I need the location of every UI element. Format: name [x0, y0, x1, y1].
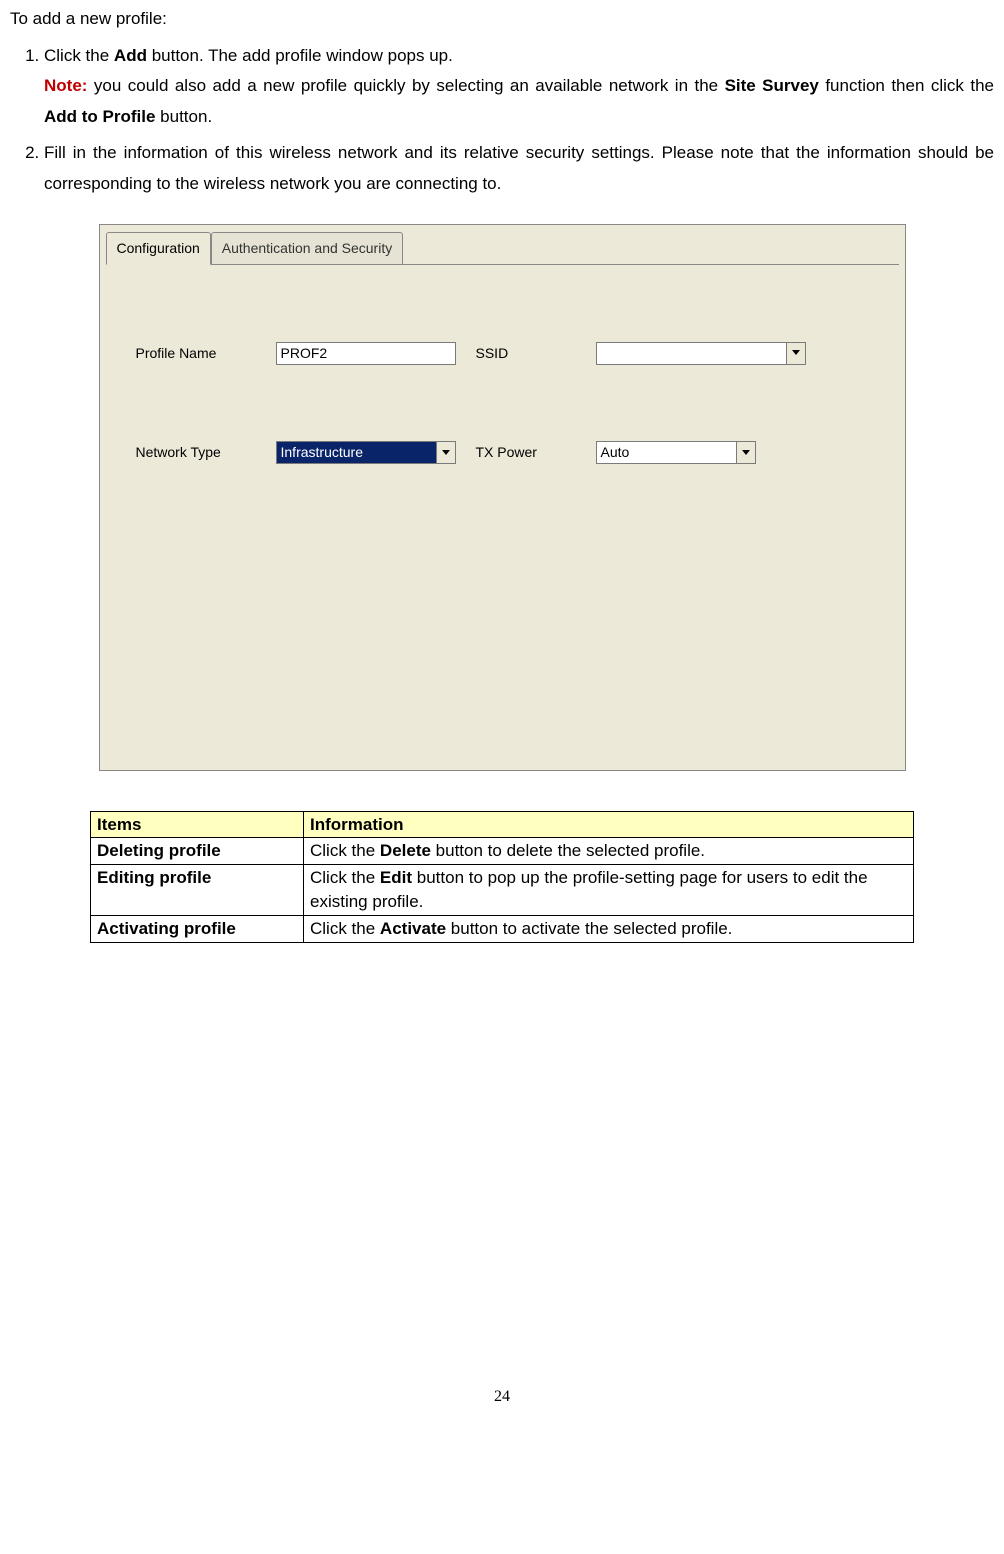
info-text: Click the [310, 841, 380, 860]
info-text: Click the [310, 919, 380, 938]
chevron-down-icon [792, 350, 800, 356]
chevron-down-icon [742, 450, 750, 456]
ssid-dropdown-button[interactable] [786, 343, 805, 364]
label-tx-power: TX Power [456, 440, 596, 465]
info-text: button to delete the selected profile. [431, 841, 705, 860]
add-to-profile-ref: Add to Profile [44, 107, 155, 126]
header-items: Items [91, 811, 304, 838]
page-number: 24 [10, 1383, 994, 1412]
chevron-down-icon [442, 450, 450, 456]
ssid-value [597, 343, 786, 364]
note-block: Note: you could also add a new profile q… [44, 71, 994, 132]
tx-power-dropdown-button[interactable] [736, 442, 755, 463]
site-survey-ref: Site Survey [725, 76, 819, 95]
label-ssid: SSID [456, 341, 596, 366]
label-network-type: Network Type [136, 440, 276, 465]
network-type-combo[interactable]: Infrastructure [276, 441, 456, 464]
table-row: Deleting profile Click the Delete button… [91, 838, 914, 865]
step-2: Fill in the information of this wireless… [44, 138, 994, 199]
step1-text-a: Click the [44, 46, 114, 65]
step-1: Click the Add button. The add profile wi… [44, 41, 994, 133]
note-label: Note: [44, 76, 87, 95]
profile-name-input[interactable] [276, 342, 456, 365]
tx-power-value: Auto [597, 442, 736, 463]
table-header-row: Items Information [91, 811, 914, 838]
edit-button-ref: Edit [380, 868, 412, 887]
row-info-editing: Click the Edit button to pop up the prof… [304, 865, 914, 916]
row-label-editing: Editing profile [91, 865, 304, 916]
activate-button-ref: Activate [380, 919, 446, 938]
note-text-b: function then click the [819, 76, 994, 95]
add-button-ref: Add [114, 46, 147, 65]
step1-text-b: button. The add profile window pops up. [147, 46, 453, 65]
tx-power-combo[interactable]: Auto [596, 441, 756, 464]
tab-configuration[interactable]: Configuration [106, 232, 211, 265]
network-type-value: Infrastructure [277, 442, 436, 463]
table-row: Activating profile Click the Activate bu… [91, 915, 914, 942]
row-info-deleting: Click the Delete button to delete the se… [304, 838, 914, 865]
header-information: Information [304, 811, 914, 838]
row-profile-name: Profile Name SSID [136, 341, 869, 366]
add-profile-dialog: Configuration Authentication and Securit… [99, 224, 906, 771]
profile-actions-table: Items Information Deleting profile Click… [90, 811, 914, 943]
label-profile-name: Profile Name [136, 341, 276, 366]
row-label-deleting: Deleting profile [91, 838, 304, 865]
tab-authentication-security[interactable]: Authentication and Security [211, 232, 403, 265]
tab-body: Profile Name SSID Network Type Infrastru… [106, 264, 899, 765]
note-text-a: you could also add a new profile quickly… [87, 76, 724, 95]
note-text-c: button. [155, 107, 212, 126]
network-type-dropdown-button[interactable] [436, 442, 455, 463]
row-label-activating: Activating profile [91, 915, 304, 942]
instruction-list: Click the Add button. The add profile wi… [10, 41, 994, 200]
intro-text: To add a new profile: [10, 4, 994, 35]
delete-button-ref: Delete [380, 841, 431, 860]
tab-row: Configuration Authentication and Securit… [100, 225, 905, 264]
info-text: button to activate the selected profile. [446, 919, 732, 938]
ssid-combo[interactable] [596, 342, 806, 365]
row-network-type: Network Type Infrastructure TX Power Aut… [136, 440, 869, 465]
row-info-activating: Click the Activate button to activate th… [304, 915, 914, 942]
info-text: Click the [310, 868, 380, 887]
table-row: Editing profile Click the Edit button to… [91, 865, 914, 916]
